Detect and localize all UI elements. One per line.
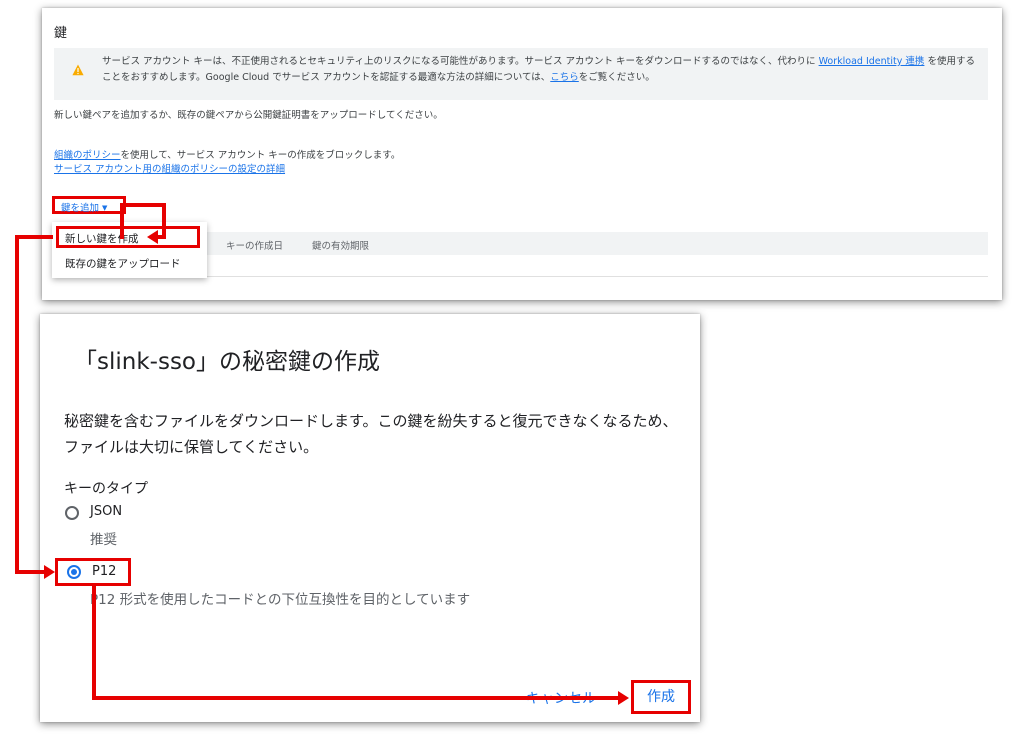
- add-key-label: 鍵を追加: [61, 203, 100, 214]
- keys-panel: 鍵 サービス アカウント キーは、不正使用されるとセキュリティ上のリスクになる可…: [42, 8, 1002, 300]
- connector-line: [162, 203, 166, 239]
- connector-line: [15, 235, 19, 574]
- arrow-left-icon: [147, 230, 158, 244]
- keys-table-header: キーの作成日 鍵の有効期限: [202, 232, 988, 255]
- warning-text-1: サービス アカウント キーは、不正使用されるとセキュリティ上のリスクになる可能性…: [102, 56, 816, 67]
- add-key-menu: 新しい鍵を作成 既存の鍵をアップロード: [52, 222, 207, 278]
- intro-text: 新しい鍵ペアを追加するか、既存の鍵ペアから公開鍵証明書をアップロードしてください…: [54, 110, 443, 121]
- connector-line: [92, 696, 620, 700]
- arrow-right-icon: [44, 565, 55, 579]
- menu-item-create-new-key[interactable]: 新しい鍵を作成: [56, 226, 200, 248]
- create-key-dialog: 「slink-sso」の秘密鍵の作成 秘密鍵を含むファイルをダウンロードします。…: [40, 314, 700, 722]
- warning-banner: サービス アカウント キーは、不正使用されるとセキュリティ上のリスクになる可能性…: [54, 48, 988, 100]
- org-policy-link[interactable]: 組織のポリシー: [54, 150, 121, 161]
- learn-more-link[interactable]: こちら: [550, 72, 579, 83]
- warning-text: サービス アカウント キーは、不正使用されるとセキュリティ上のリスクになる可能性…: [102, 54, 982, 86]
- warning-text-3: をご覧ください。: [578, 72, 655, 83]
- column-key-expiry: 鍵の有効期限: [312, 241, 370, 252]
- policy-details-link[interactable]: サービス アカウント用の組織のポリシーの設定の詳細: [54, 164, 285, 175]
- arrow-right-icon: [618, 691, 629, 705]
- connector-line: [158, 235, 166, 239]
- page-title: 鍵: [54, 26, 68, 41]
- connector-line: [15, 570, 47, 574]
- menu-item-upload-existing-key[interactable]: 既存の鍵をアップロード: [56, 252, 200, 274]
- p12-option[interactable]: P12: [55, 558, 131, 586]
- create-button[interactable]: 作成: [631, 680, 691, 714]
- json-option-label[interactable]: JSON: [90, 504, 122, 519]
- add-key-button[interactable]: 鍵を追加 ▼: [52, 196, 126, 214]
- connector-line: [120, 203, 166, 207]
- warning-icon: [72, 64, 84, 76]
- connector-line: [92, 585, 96, 700]
- key-type-label: キーのタイプ: [64, 481, 148, 497]
- table-divider: [202, 276, 988, 277]
- dialog-title: 「slink-sso」の秘密鍵の作成: [74, 349, 380, 375]
- p12-option-hint: P12 形式を使用したコードとの下位互換性を目的としています: [90, 592, 471, 608]
- caret-down-icon: ▼: [102, 204, 108, 212]
- radio-json[interactable]: [65, 506, 79, 520]
- column-key-created: キーの作成日: [226, 241, 284, 252]
- policy-section: 組織のポリシーを使用して、サービス アカウント キーの作成をブロックします。 サ…: [54, 149, 654, 177]
- radio-p12[interactable]: [67, 565, 81, 579]
- workload-identity-link[interactable]: Workload Identity 連携: [819, 56, 925, 67]
- connector-line: [120, 203, 124, 239]
- dialog-description: 秘密鍵を含むファイルをダウンロードします。この鍵を紛失すると復元できなくなるため…: [64, 412, 678, 456]
- p12-option-label[interactable]: P12: [92, 564, 116, 579]
- json-option-hint: 推奨: [90, 532, 117, 548]
- connector-line: [15, 235, 53, 239]
- policy-text: を使用して、サービス アカウント キーの作成をブロックします。: [120, 150, 401, 161]
